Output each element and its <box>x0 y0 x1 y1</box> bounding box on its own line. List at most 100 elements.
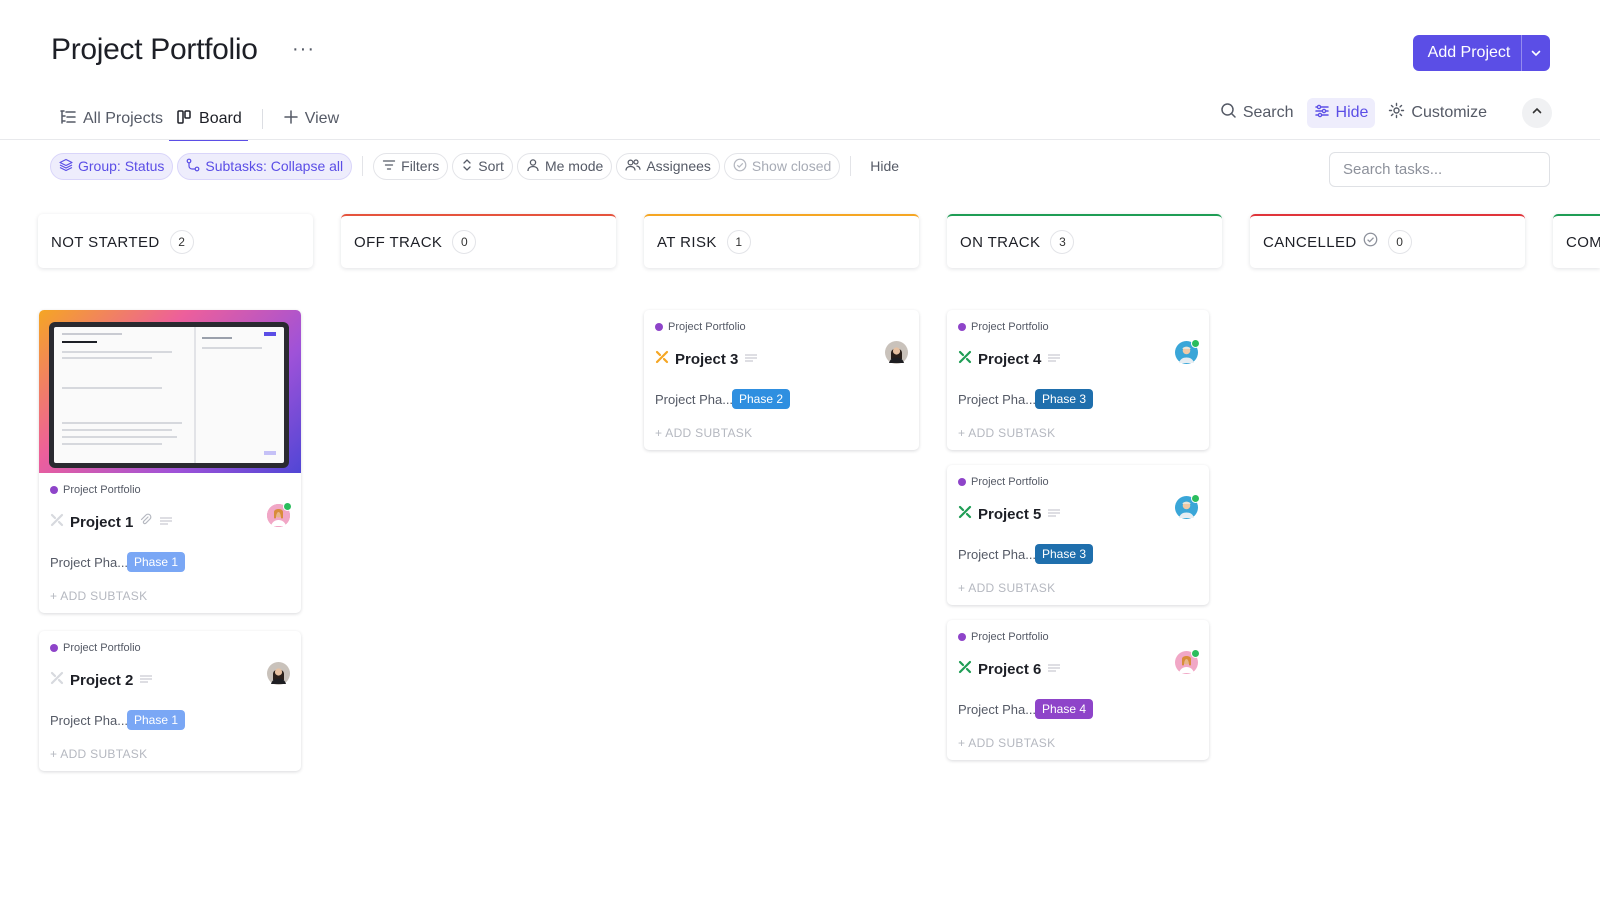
search-icon <box>1220 102 1237 124</box>
tab-all-projects[interactable]: All Projects <box>53 98 169 140</box>
description-icon <box>139 671 153 689</box>
collapse-header-button[interactable] <box>1522 98 1552 128</box>
task-card-project-6[interactable]: Project Portfolio Project 6 Project Pha.… <box>947 620 1209 760</box>
column-name: OFF TRACK <box>354 233 443 251</box>
hide-button[interactable]: Hide <box>1306 98 1376 128</box>
add-subtask-button[interactable]: + ADD SUBTASK <box>50 747 290 761</box>
avatar[interactable] <box>267 502 292 527</box>
add-subtask-button[interactable]: + ADD SUBTASK <box>50 589 290 603</box>
view-tabs: All Projects Board View <box>53 98 345 141</box>
list-name: Project Portfolio <box>63 642 141 654</box>
task-title[interactable]: Project 2 <box>70 672 133 689</box>
tab-label: All Projects <box>83 110 164 127</box>
tab-label: View <box>304 110 340 127</box>
column-count: 0 <box>452 230 477 254</box>
column-header-not-started[interactable]: NOT STARTED 2 <box>38 214 313 268</box>
list-name: Project Portfolio <box>971 631 1049 643</box>
group-status-chip[interactable]: Group: Status <box>50 152 174 180</box>
add-subtask-button[interactable]: + ADD SUBTASK <box>958 581 1198 595</box>
task-title[interactable]: Project 6 <box>978 661 1041 678</box>
task-title[interactable]: Project 4 <box>978 351 1041 368</box>
field-label: Project Pha... <box>50 712 127 728</box>
hide-filter-button[interactable]: Hide <box>861 153 908 180</box>
column-count: 1 <box>726 230 751 254</box>
field-label: Project Pha... <box>655 391 732 407</box>
task-card-project-4[interactable]: Project Portfolio Project 4 Project Pha.… <box>947 310 1209 450</box>
task-title[interactable]: Project 5 <box>978 506 1041 523</box>
add-subtask-button[interactable]: + ADD SUBTASK <box>958 736 1198 750</box>
column-header-off-track[interactable]: OFF TRACK 0 <box>341 214 616 268</box>
avatar[interactable] <box>1175 494 1200 519</box>
column-header-at-risk[interactable]: AT RISK 1 <box>644 214 919 268</box>
sort-label: Sort <box>478 158 504 174</box>
add-subtask-button[interactable]: + ADD SUBTASK <box>958 426 1198 440</box>
page-title: Project Portfolio <box>51 33 258 66</box>
column-header-complete[interactable]: COM <box>1553 214 1600 268</box>
chevron-down-icon[interactable] <box>1522 47 1550 59</box>
check-circle-icon <box>733 158 747 175</box>
search-label: Search <box>1242 104 1294 121</box>
sort-button[interactable]: Sort <box>452 152 513 180</box>
task-title[interactable]: Project 1 <box>70 514 133 531</box>
task-title[interactable]: Project 3 <box>675 351 738 368</box>
filters-label: Filters <box>401 158 440 174</box>
description-icon <box>744 350 758 368</box>
me-mode-button[interactable]: Me mode <box>516 152 613 180</box>
status-icon <box>958 505 972 524</box>
add-project-button[interactable]: Add Project <box>1413 35 1550 71</box>
phase-badge[interactable]: Phase 3 <box>1035 544 1094 564</box>
group-status-label: Group: Status <box>78 158 165 174</box>
column-name: CANCELLED <box>1263 233 1357 251</box>
list-location: Project Portfolio <box>958 475 1198 489</box>
filter-bar: Group: Status Subtasks: Collapse all Fil… <box>50 152 908 180</box>
task-card-project-5[interactable]: Project Portfolio Project 5 Project Pha.… <box>947 465 1209 605</box>
column-header-on-track[interactable]: ON TRACK 3 <box>947 214 1222 268</box>
avatar[interactable] <box>1175 339 1200 364</box>
column-header-cancelled[interactable]: CANCELLED 0 <box>1250 214 1525 268</box>
task-card-project-3[interactable]: Project Portfolio Project 3 Project Pha.… <box>644 310 919 450</box>
list-location: Project Portfolio <box>50 641 290 655</box>
column-name: NOT STARTED <box>51 233 160 251</box>
task-card-project-1[interactable]: Project Portfolio Project 1 Project Pha.… <box>39 310 301 613</box>
description-icon <box>1047 505 1061 523</box>
subtasks-label: Subtasks: Collapse all <box>205 158 344 174</box>
board-icon <box>175 108 193 131</box>
search-button[interactable]: Search <box>1213 98 1301 128</box>
sliders-icon <box>1314 103 1330 124</box>
assignees-button[interactable]: Assignees <box>616 152 720 180</box>
column-count: 2 <box>169 230 194 254</box>
add-subtask-button[interactable]: + ADD SUBTASK <box>655 426 908 440</box>
phase-badge[interactable]: Phase 3 <box>1035 389 1094 409</box>
avatar[interactable] <box>267 662 290 685</box>
show-closed-button[interactable]: Show closed <box>723 152 841 180</box>
column-count: 0 <box>1387 230 1412 254</box>
subtasks-chip[interactable]: Subtasks: Collapse all <box>177 152 353 180</box>
gear-icon <box>1388 102 1405 124</box>
tab-board[interactable]: Board <box>169 98 248 141</box>
phase-badge[interactable]: Phase 1 <box>127 710 186 730</box>
list-location: Project Portfolio <box>655 320 908 334</box>
check-circle-icon <box>1363 232 1378 252</box>
phase-badge[interactable]: Phase 1 <box>127 552 186 572</box>
column-count: 3 <box>1050 230 1075 254</box>
avatar[interactable] <box>885 341 908 364</box>
customize-button[interactable]: Customize <box>1381 98 1494 128</box>
task-card-project-2[interactable]: Project Portfolio Project 2 Project Pha.… <box>39 631 301 771</box>
status-icon <box>50 671 64 690</box>
list-name: Project Portfolio <box>971 321 1049 333</box>
more-options-icon[interactable]: ··· <box>292 38 315 61</box>
paperclip-icon <box>139 513 153 532</box>
filters-button[interactable]: Filters <box>373 152 449 180</box>
tab-add-view[interactable]: View <box>277 98 345 140</box>
description-icon <box>1047 660 1061 678</box>
avatar[interactable] <box>1175 649 1200 674</box>
field-label: Project Pha... <box>958 391 1035 407</box>
filter-icon <box>382 158 396 175</box>
phase-badge[interactable]: Phase 4 <box>1035 699 1094 719</box>
add-project-label[interactable]: Add Project <box>1413 44 1521 62</box>
description-icon <box>159 513 173 531</box>
search-tasks-input[interactable] <box>1329 152 1550 187</box>
layers-icon <box>59 158 73 175</box>
phase-badge[interactable]: Phase 2 <box>732 389 791 409</box>
column-name: ON TRACK <box>960 233 1041 251</box>
